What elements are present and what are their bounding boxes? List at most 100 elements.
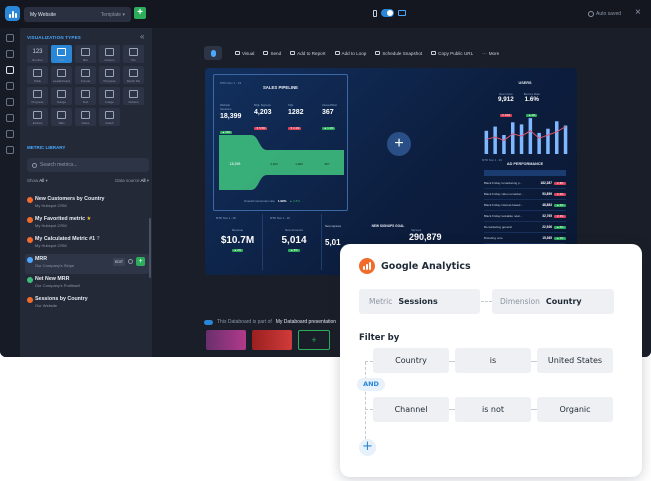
metric-item[interactable]: My Calculated Metric #1 ? My Hubspot CRM — [25, 234, 149, 254]
close-icon[interactable]: × — [635, 8, 641, 18]
users-line — [486, 126, 566, 141]
add-filter-button[interactable]: + — [359, 439, 376, 456]
viz-type-gauge[interactable]: Gauge — [51, 87, 72, 105]
metric-name: Net New MRR — [35, 276, 70, 282]
and-operator-badge[interactable]: AND — [357, 378, 385, 391]
revenue-datablock[interactable]: MTD Nov 1 - 19 Revenue $10.7M ▲ 2% — [213, 214, 263, 270]
metric-selector[interactable]: Metric Sessions — [359, 289, 480, 314]
viz-type-embed[interactable]: Embed — [27, 108, 48, 126]
search-placeholder: Search metrics... — [40, 162, 78, 168]
viz-type-number[interactable]: 123 Number — [27, 45, 48, 63]
viz-type-leaderboard[interactable]: Leaderboard — [51, 66, 72, 84]
show-filter[interactable]: Show All ▾ — [27, 178, 48, 184]
info-icon[interactable] — [128, 259, 133, 264]
goal-value: 290,879 — [409, 232, 442, 242]
metric-search-input[interactable]: Search metrics... — [27, 158, 149, 172]
hubspot-icon — [27, 217, 33, 223]
home-icon[interactable] — [6, 34, 14, 42]
databoard-thumbnail[interactable] — [206, 330, 246, 350]
visual-button[interactable]: Visual — [235, 51, 254, 56]
viz-type-bar[interactable]: Bar — [75, 45, 96, 63]
viz-type-text[interactable]: Text — [75, 87, 96, 105]
viz-type-grid: 123 Number Line Bar Column Pie Table Lead… — [27, 45, 147, 126]
device-toggle[interactable] — [373, 9, 406, 17]
pipeline-stats: Website Sessions 18,399 ▲ 16% MQL Signups 4… — [220, 103, 344, 138]
users-bar — [493, 126, 497, 154]
viz-type-notes[interactable]: Notes — [75, 108, 96, 126]
metric-list-scrollbar[interactable] — [149, 218, 151, 278]
collapse-panel-icon[interactable]: « — [140, 32, 144, 41]
metric-item[interactable]: Sessions by Country Our Website — [25, 294, 149, 314]
viz-type-funnel[interactable]: Funnel — [75, 66, 96, 84]
metric-source: Our Website — [35, 303, 58, 308]
metric-item[interactable]: Net New MRR Our Company's Profitwell — [25, 274, 149, 294]
more-button[interactable]: ··· More — [482, 51, 499, 56]
add-databoard-thumbnail[interactable]: + — [298, 330, 330, 350]
copy-public-url-button[interactable]: Copy Public URL — [431, 51, 473, 56]
metric-item[interactable]: New Customers by Country My Hubspot CRM — [25, 194, 149, 214]
device-switch[interactable] — [381, 9, 394, 17]
alerts-icon[interactable] — [6, 98, 14, 106]
data-source-filter[interactable]: Data source All ▾ — [115, 178, 149, 184]
presentation-link[interactable]: My Databoard presentation — [276, 319, 336, 325]
metric-filter-row: Show All ▾ Data source All ▾ — [27, 178, 149, 184]
metric-name: Sessions by Country — [35, 296, 88, 302]
viz-type-label: Tabs — [58, 121, 65, 125]
viz-type-pie[interactable]: Pie — [123, 45, 144, 63]
image-icon — [105, 90, 114, 98]
desktop-icon[interactable] — [398, 10, 406, 16]
add-databoard-button[interactable]: + — [134, 7, 146, 19]
team-icon[interactable] — [6, 146, 14, 154]
designer-icon[interactable] — [6, 66, 14, 74]
viz-type-progress-2[interactable]: Progress — [27, 87, 48, 105]
add-to-report-button[interactable]: Add to Report — [290, 51, 326, 56]
presentation-toggle[interactable] — [204, 319, 213, 325]
viz-type-image[interactable]: Image — [99, 87, 120, 105]
site-selector[interactable]: My Website Template ▾ — [24, 7, 131, 22]
viz-type-label: Leaderboard — [52, 79, 70, 83]
app-logo-icon[interactable] — [5, 6, 20, 21]
filter-operator-select[interactable]: is not — [455, 397, 531, 422]
viz-type-tabs[interactable]: Tabs — [51, 108, 72, 126]
dimension-selector[interactable]: Dimension Country — [492, 289, 614, 314]
goals-icon[interactable] — [6, 82, 14, 90]
viz-type-label: Pie — [131, 58, 136, 62]
send-button[interactable]: Send — [263, 51, 281, 56]
add-to-loop-button[interactable]: Add to Loop — [334, 51, 366, 56]
filter-field-select[interactable]: Channel — [373, 397, 449, 422]
new-accounts-datablock[interactable]: MTD Nov 1 - 19 New Accounts 5,014 ▲ 6% — [267, 214, 322, 270]
viz-type-metric-pie[interactable]: Metric Pie — [123, 66, 144, 84]
databoard-thumbnail[interactable] — [252, 330, 292, 350]
viz-type-graph[interactable]: Graph — [99, 108, 120, 126]
filter-field-select[interactable]: Country — [373, 348, 449, 373]
viz-type-custom[interactable]: Custom — [123, 87, 144, 105]
metric-item-active[interactable]: MRR Our Company's Stripe EDIT + — [25, 254, 149, 274]
viz-type-column[interactable]: Column — [99, 45, 120, 63]
viz-type-line[interactable]: Line — [51, 45, 72, 63]
sales-pipeline-datablock[interactable]: MTD Nov 1 - 19 SALES PIPELINE Website Se… — [213, 74, 348, 211]
add-datablock-button[interactable]: + — [387, 132, 411, 156]
filter-value-select[interactable]: Organic — [537, 397, 613, 422]
viz-type-label: Progress — [103, 79, 116, 83]
schedule-snapshot-button[interactable]: Schedule Snapshot — [375, 51, 422, 56]
databoards-icon[interactable] — [6, 50, 14, 58]
viz-type-table[interactable]: Table — [27, 66, 48, 84]
data-source-button[interactable] — [204, 46, 222, 60]
users-datablock[interactable]: USERS New Users 9,912 ▼ 12% Bounce Rate 1.6… — [480, 74, 570, 156]
mobile-icon[interactable] — [373, 9, 377, 17]
tabs-icon — [57, 111, 66, 119]
connector-line — [481, 301, 492, 302]
edit-metric-button[interactable]: EDIT — [113, 258, 125, 266]
google-analytics-icon — [359, 258, 375, 274]
new-signups-widget[interactable]: New signups 5,01 — [325, 224, 352, 247]
bar-chart-icon — [81, 48, 90, 56]
metric-item[interactable]: My Favorited metric ★ My Hubspot CRM — [25, 214, 149, 234]
reports-icon[interactable] — [6, 114, 14, 122]
viz-type-progress[interactable]: Progress — [99, 66, 120, 84]
filter-operator-select[interactable]: is — [455, 348, 531, 373]
data-sources-icon[interactable] — [6, 130, 14, 138]
add-metric-button[interactable]: + — [136, 257, 145, 266]
filter-value-select[interactable]: United States — [537, 348, 613, 373]
pipeline-stat: Closed/Won 367 ▲ 1.1% — [322, 103, 338, 130]
kpi-label: New Accounts — [285, 228, 303, 232]
